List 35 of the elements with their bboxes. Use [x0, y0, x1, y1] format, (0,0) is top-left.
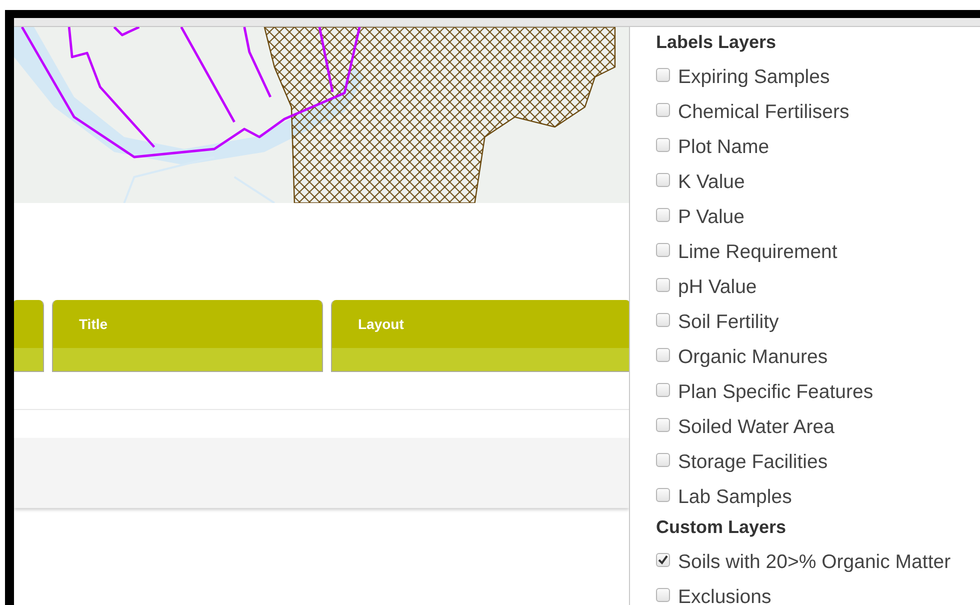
checkbox[interactable]	[656, 68, 670, 82]
layer-label: Soiled Water Area	[678, 416, 834, 439]
checkbox[interactable]	[656, 382, 670, 396]
checkbox[interactable]	[656, 102, 670, 116]
layer-label: Storage Facilities	[678, 451, 828, 474]
checkbox[interactable]	[656, 588, 670, 602]
layer-label: Soil Fertility	[678, 311, 779, 334]
column-heading: Title	[79, 316, 108, 332]
layer-label: K Value	[678, 171, 745, 194]
layer-label: pH Value	[678, 276, 757, 299]
layer-label: Lime Requirement	[678, 241, 838, 264]
checkbox[interactable]	[656, 488, 670, 502]
layer-label: Plan Specific Features	[678, 381, 874, 404]
checkbox[interactable]	[656, 418, 670, 432]
section-heading: Custom Layers	[656, 516, 788, 539]
layer-label: Expiring Samples	[678, 66, 830, 89]
table-header-cell	[14, 300, 44, 372]
checkbox[interactable]	[656, 312, 670, 326]
checkbox[interactable]	[656, 208, 670, 222]
layer-label: Lab Samples	[678, 486, 792, 509]
layer-label: Chemical Fertilisers	[678, 101, 850, 124]
checkbox[interactable]	[656, 138, 670, 152]
checkbox[interactable]	[656, 242, 670, 256]
column-heading: Layout	[358, 316, 404, 332]
checkbox[interactable]	[656, 172, 670, 186]
layer-label: Plot Name	[678, 136, 770, 159]
checkbox[interactable]	[656, 452, 670, 466]
checkbox[interactable]	[656, 278, 670, 292]
checkbox[interactable]	[656, 348, 670, 362]
layer-label: Soils with 20>% Organic Matter	[678, 551, 951, 574]
layer-label: Organic Manures	[678, 346, 828, 369]
layer-label: Exclusions	[678, 586, 772, 605]
section-heading: Labels Layers	[656, 31, 778, 54]
checkbox[interactable]	[656, 552, 670, 566]
layer-label: P Value	[678, 206, 744, 229]
